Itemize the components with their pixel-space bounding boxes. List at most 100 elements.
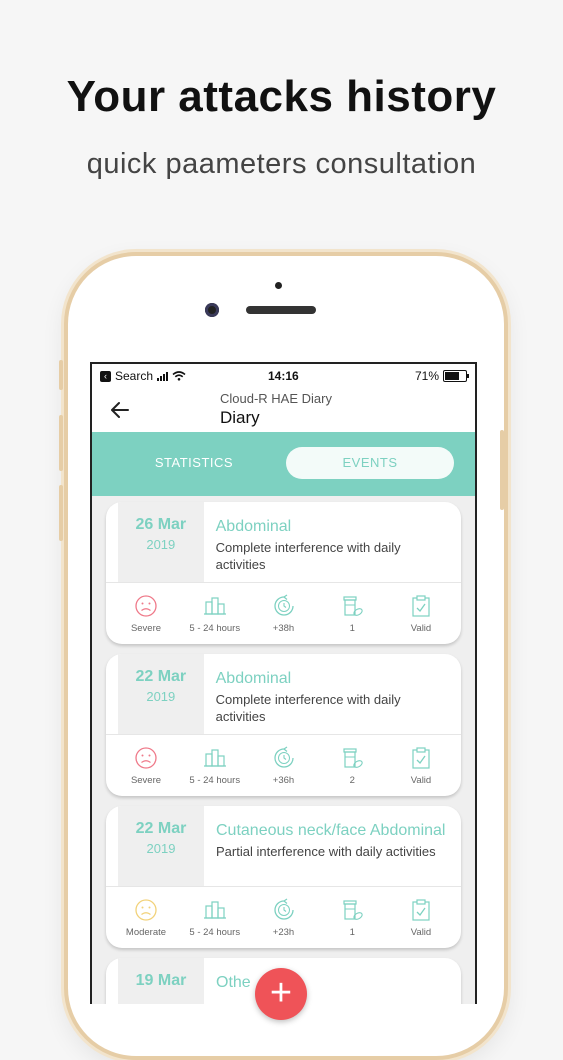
metric-treatments: 1 — [320, 897, 384, 938]
app-bar: Cloud-R HAE Diary Diary — [92, 388, 475, 432]
metric-label: 5 - 24 hours — [189, 927, 241, 938]
event-day: 22 Mar — [135, 820, 187, 837]
event-text: Abdominal Complete interference with dai… — [204, 654, 461, 734]
add-event-button[interactable]: + — [255, 968, 307, 1020]
page-title: Diary — [220, 408, 260, 427]
metric-validity: Valid — [389, 745, 453, 786]
phone-power-button — [500, 430, 504, 510]
event-metrics: Moderate 5 - 24 hours +23h 1 Valid — [106, 887, 461, 948]
wifi-icon — [172, 371, 186, 381]
event-location: Abdominal — [215, 518, 292, 535]
metric-label: Valid — [410, 623, 432, 634]
event-card-header: 22 Mar 2019 Cutaneous neck/face Abdomina… — [106, 806, 461, 886]
event-date: 26 Mar 2019 — [118, 502, 204, 582]
metric-label: Valid — [410, 927, 432, 938]
promo-headline: Your attacks history — [66, 72, 497, 121]
event-location: Abdominal — [215, 670, 292, 687]
event-day: 19 Mar — [135, 972, 187, 989]
event-card-header: 26 Mar 2019 Abdominal Complete interfere… — [106, 502, 461, 582]
valid-clipboard-icon — [389, 745, 453, 771]
events-list: 26 Mar 2019 Abdominal Complete interfere… — [92, 496, 475, 1004]
phone-mute-switch — [59, 360, 63, 390]
event-year: 2019 — [146, 689, 176, 704]
metric-validity: Valid — [389, 897, 453, 938]
phone-front-camera — [205, 303, 219, 317]
status-battery-percent: 71% — [414, 369, 439, 383]
event-location: Othe — [216, 974, 251, 991]
phone-volume-up — [59, 415, 63, 471]
event-date: 22 Mar 2019 — [118, 806, 204, 886]
severity-face-icon — [114, 897, 178, 923]
medication-icon — [320, 745, 384, 771]
metric-label: 1 — [349, 623, 355, 634]
severity-face-icon — [114, 593, 178, 619]
event-card[interactable]: 26 Mar 2019 Abdominal Complete interfere… — [106, 502, 461, 644]
metric-treatments: 2 — [320, 745, 384, 786]
time-elapsed-icon — [252, 745, 316, 771]
metric-duration: 5 - 24 hours — [183, 593, 247, 634]
phone-speaker — [246, 306, 316, 314]
status-bar: ‹ Search 14:16 71% — [92, 364, 475, 388]
event-text: Abdominal Complete interference with dai… — [204, 502, 461, 582]
event-text: Cutaneous neck/face Abdominal Partial in… — [204, 806, 453, 886]
event-text: Othe — [204, 958, 259, 1004]
event-location: Cutaneous neck/face Abdominal — [216, 822, 446, 839]
event-metrics: Severe 5 - 24 hours +36h 2 Valid — [106, 735, 461, 796]
metric-severity: Severe — [114, 593, 178, 634]
phone-screen: ‹ Search 14:16 71% Cloud-R HAE Diary Dia… — [90, 362, 477, 1004]
phone-volume-down — [59, 485, 63, 541]
metric-duration: 5 - 24 hours — [183, 745, 247, 786]
back-to-app-icon[interactable]: ‹ — [100, 370, 111, 382]
event-card[interactable]: 22 Mar 2019 Cutaneous neck/face Abdomina… — [106, 806, 461, 948]
battery-icon — [443, 370, 469, 382]
event-day: 26 Mar — [135, 516, 187, 533]
metric-elapsed: +38h — [252, 593, 316, 634]
metric-validity: Valid — [389, 593, 453, 634]
valid-clipboard-icon — [389, 593, 453, 619]
phone-sensor — [275, 282, 282, 289]
signal-icon — [157, 371, 169, 381]
duration-bars-icon — [183, 593, 247, 619]
duration-bars-icon — [183, 897, 247, 923]
valid-clipboard-icon — [389, 897, 453, 923]
promo-subline: quick paameters consultation — [86, 148, 477, 180]
event-date: 19 Mar — [118, 958, 204, 1004]
metric-label: Moderate — [125, 927, 167, 938]
metric-elapsed: +36h — [252, 745, 316, 786]
metric-severity: Severe — [114, 745, 178, 786]
severity-face-icon — [114, 745, 178, 771]
metric-label: Severe — [130, 623, 162, 634]
event-metrics: Severe 5 - 24 hours +38h 1 Valid — [106, 583, 461, 644]
time-elapsed-icon — [252, 897, 316, 923]
event-impact: Partial interference with daily activiti… — [216, 844, 436, 859]
event-year: 2019 — [146, 841, 176, 856]
tab-bar: STATISTICS EVENTS — [92, 432, 475, 496]
event-year: 2019 — [146, 537, 176, 552]
metric-treatments: 1 — [320, 593, 384, 634]
app-name: Cloud-R HAE Diary — [220, 391, 332, 406]
tab-events[interactable]: EVENTS — [286, 447, 454, 479]
duration-bars-icon — [183, 745, 247, 771]
event-impact: Complete interference with daily activit… — [215, 692, 401, 724]
metric-label: 5 - 24 hours — [189, 775, 241, 786]
metric-label: 1 — [349, 927, 355, 938]
tab-statistics[interactable]: STATISTICS — [106, 447, 282, 479]
metric-label: +38h — [272, 623, 295, 634]
metric-label: Valid — [410, 775, 432, 786]
metric-duration: 5 - 24 hours — [183, 897, 247, 938]
metric-label: +23h — [272, 927, 295, 938]
event-card[interactable]: 22 Mar 2019 Abdominal Complete interfere… — [106, 654, 461, 796]
metric-label: Severe — [130, 775, 162, 786]
metric-label: 5 - 24 hours — [189, 623, 241, 634]
event-day: 22 Mar — [135, 668, 187, 685]
arrow-left-icon[interactable] — [110, 400, 130, 420]
metric-severity: Moderate — [114, 897, 178, 938]
event-card-header: 22 Mar 2019 Abdominal Complete interfere… — [106, 654, 461, 734]
time-elapsed-icon — [252, 593, 316, 619]
event-date: 22 Mar 2019 — [118, 654, 204, 734]
metric-label: 2 — [349, 775, 355, 786]
medication-icon — [320, 897, 384, 923]
status-time: 14:16 — [268, 369, 299, 383]
status-carrier: Search — [115, 369, 154, 383]
metric-elapsed: +23h — [252, 897, 316, 938]
